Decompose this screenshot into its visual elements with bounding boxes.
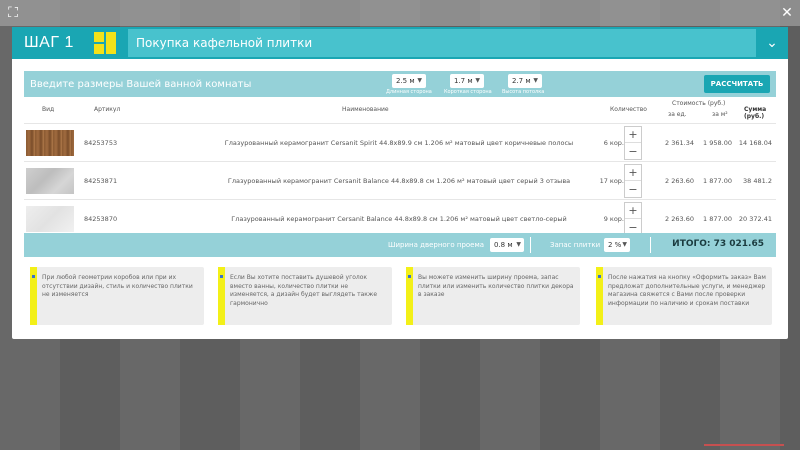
chevron-down-icon: ▼	[533, 76, 538, 84]
name-cell: Глазурованный керамогранит Cersanit Bala…	[231, 214, 567, 223]
room-sizes-title: Введите размеры Вашей ванной комнаты	[30, 78, 252, 90]
door-width-label: Ширина дверного проема	[388, 241, 485, 249]
chevron-down-icon: ▼	[622, 241, 627, 248]
height-select[interactable]: 2.7 м ▼	[508, 73, 542, 88]
totals-bar: Ширина дверного проема 0.8 м ▼ Запас плит…	[24, 233, 776, 257]
reserve-label: Запас плитки	[550, 241, 601, 249]
tile-thumbnail	[26, 206, 74, 232]
quantity-stepper: + −	[624, 202, 642, 236]
width-group: 1.7 м ▼ Короткая сторона	[444, 73, 504, 95]
info-marker-icon	[406, 267, 413, 325]
info-notes: При любой геометрии коробов или при их о…	[26, 267, 778, 327]
door-width-select[interactable]: 0.8 м ▼	[490, 238, 524, 252]
chevron-down-icon: ▼	[516, 241, 521, 248]
tile-thumbnail	[26, 130, 74, 156]
info-note: Если Вы хотите поставить душевой уголок …	[218, 267, 392, 325]
step-header: ШАГ 1 Покупка кафельной плитки ⌄	[12, 27, 788, 59]
article-cell: 84253753	[84, 138, 118, 147]
plus-icon[interactable]: +	[625, 127, 641, 143]
qty-cell: 6 кор.	[603, 138, 624, 147]
length-label: Длинная сторона	[386, 88, 432, 95]
reserve-select[interactable]: 2 % ▼	[604, 238, 630, 252]
height-group: 2.7 м ▼ Высота потолка	[502, 73, 562, 95]
info-marker-icon	[30, 267, 37, 325]
minus-icon[interactable]: −	[625, 181, 641, 197]
step-label: ШАГ 1	[24, 34, 74, 51]
m2-price-cell: 1 958.00	[703, 138, 732, 147]
info-note: Вы можете изменить ширину проема, запас …	[406, 267, 580, 325]
sum-cell: 14 168.04	[738, 138, 772, 147]
logo-icon	[94, 32, 116, 54]
decorative-line	[704, 444, 784, 446]
total-sum: ИТОГО: 73 021.65	[672, 239, 764, 249]
width-select[interactable]: 1.7 м ▼	[450, 73, 484, 88]
divider	[650, 237, 651, 253]
table-row: 84253871 Глазурованный керамогранит Cers…	[24, 161, 776, 199]
info-marker-icon	[218, 267, 225, 325]
article-cell: 84253870	[84, 214, 118, 223]
table-header: Вид Артикул Наименование Количество Стои…	[24, 99, 776, 123]
info-note: После нажатия на кнопку «Оформить заказ»…	[596, 267, 772, 325]
quantity-stepper: + −	[624, 164, 642, 198]
length-group: 2.5 м ▼ Длинная сторона	[386, 73, 446, 95]
m2-price-cell: 1 877.00	[703, 176, 732, 185]
name-cell: Глазурованный керамогранит Cersanit Bala…	[227, 176, 571, 185]
close-icon[interactable]: ✕	[780, 6, 794, 20]
quantity-stepper: + −	[624, 126, 642, 160]
chevron-down-icon: ▼	[417, 76, 422, 84]
height-label: Высота потолка	[502, 88, 545, 95]
plus-icon[interactable]: +	[625, 165, 641, 181]
table-row: 84253870 Глазурованный керамогранит Cers…	[24, 199, 776, 237]
room-sizes-bar: Введите размеры Вашей ванной комнаты 2.5…	[24, 71, 776, 97]
unit-price-cell: 2 263.60	[665, 214, 694, 223]
col-view: Вид	[42, 106, 55, 113]
unit-price-cell: 2 263.60	[665, 176, 694, 185]
plus-icon[interactable]: +	[625, 203, 641, 219]
chevron-down-icon: ▼	[475, 76, 480, 84]
chevron-down-icon[interactable]: ⌄	[760, 31, 784, 55]
tile-thumbnail	[26, 168, 74, 194]
col-sum: Сумма (руб.)	[744, 106, 767, 120]
col-cost: Стоимость (руб.)	[672, 100, 726, 107]
unit-price-cell: 2 361.34	[665, 138, 694, 147]
table-row: 84253753 Глазурованный керамогранит Cers…	[24, 123, 776, 161]
info-marker-icon	[596, 267, 603, 325]
qty-cell: 9 кор.	[603, 214, 624, 223]
col-name: Наименование	[342, 106, 389, 113]
col-article: Артикул	[94, 106, 121, 113]
tile-calculator-modal: ШАГ 1 Покупка кафельной плитки ⌄ Введите…	[12, 27, 788, 339]
article-cell: 84253871	[84, 176, 118, 185]
info-note: При любой геометрии коробов или при их о…	[30, 267, 204, 325]
calculate-button[interactable]: РАССЧИТАТЬ	[704, 75, 770, 93]
m2-price-cell: 1 877.00	[703, 214, 732, 223]
name-cell: Глазурованный керамогранит Cersanit Spir…	[224, 138, 574, 147]
sum-cell: 20 372.41	[738, 214, 772, 223]
qty-cell: 17 кор.	[599, 176, 624, 185]
fullscreen-icon[interactable]: ⛶	[6, 6, 20, 20]
width-label: Короткая сторона	[444, 88, 492, 95]
length-select[interactable]: 2.5 м ▼	[392, 73, 426, 88]
divider	[530, 237, 531, 253]
step-title-box: Покупка кафельной плитки	[128, 29, 756, 57]
items-table: 84253753 Глазурованный керамогранит Cers…	[24, 123, 776, 237]
col-per-unit: за ед.	[668, 111, 687, 118]
sum-cell: 38 481.2	[743, 176, 772, 185]
step-title: Покупка кафельной плитки	[136, 36, 313, 50]
col-qty: Количество	[610, 106, 647, 113]
minus-icon[interactable]: −	[625, 143, 641, 159]
col-per-m2: за м²	[712, 111, 728, 118]
